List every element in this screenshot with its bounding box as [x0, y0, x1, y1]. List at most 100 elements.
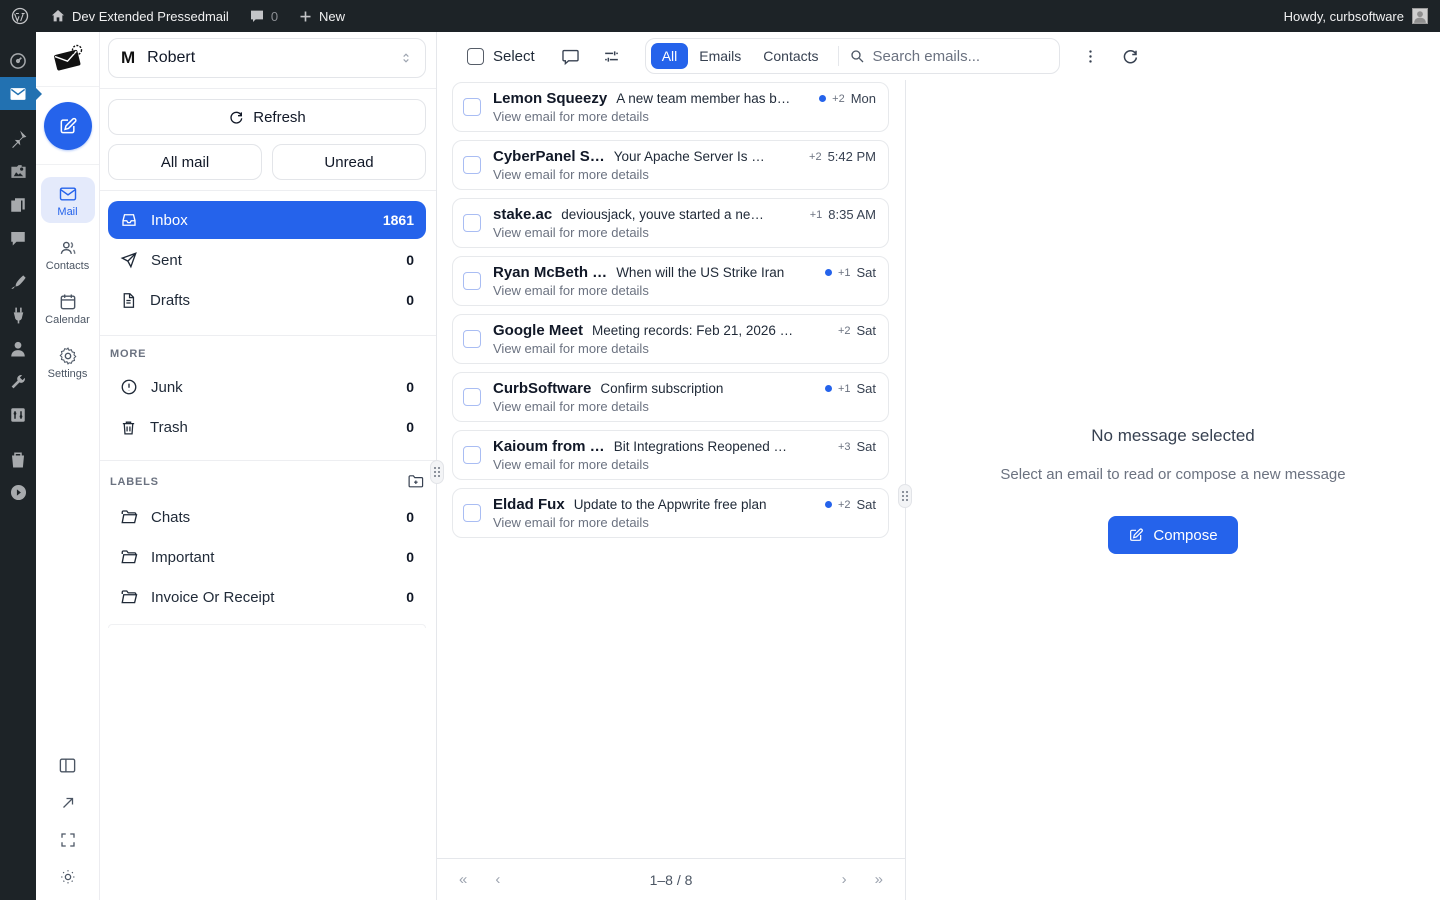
- email-meta: +3Sat: [832, 439, 876, 454]
- email-preview: View email for more details: [493, 515, 876, 530]
- sidebar-item-mail[interactable]: Mail: [41, 177, 95, 223]
- wordpress-logo-icon[interactable]: [0, 0, 40, 32]
- label-invoice-or-receipt[interactable]: Invoice Or Receipt0: [108, 578, 426, 616]
- media-icon[interactable]: [0, 155, 36, 188]
- sidebar-item-settings[interactable]: Settings: [41, 339, 95, 385]
- panel-resize-handle[interactable]: [430, 460, 444, 484]
- folder-count: 0: [406, 549, 414, 565]
- dashboard-icon[interactable]: [0, 44, 36, 77]
- email-checkbox[interactable]: [463, 446, 481, 464]
- expand-diagonal-icon[interactable]: [59, 794, 77, 812]
- folder-junk[interactable]: Junk0: [108, 368, 426, 406]
- email-checkbox[interactable]: [463, 156, 481, 174]
- folder-count: 0: [406, 379, 414, 395]
- home-icon: [50, 8, 66, 24]
- email-row[interactable]: Eldad FuxUpdate to the Appwrite free pla…: [452, 488, 889, 538]
- email-checkbox[interactable]: [463, 330, 481, 348]
- appearance-icon[interactable]: [0, 266, 36, 299]
- email-subject: deviousjack, youve started a ne…: [561, 207, 764, 222]
- select-all-control[interactable]: Select: [467, 48, 535, 65]
- list-refresh-icon[interactable]: [1121, 47, 1139, 65]
- tools-icon[interactable]: [0, 365, 36, 398]
- tab-all[interactable]: All: [651, 43, 689, 69]
- tab-emails[interactable]: Emails: [688, 43, 752, 69]
- email-checkbox[interactable]: [463, 98, 481, 116]
- avatar[interactable]: [1412, 8, 1428, 24]
- filter-unread-button[interactable]: Unread: [272, 144, 426, 180]
- label-important[interactable]: Important0: [108, 538, 426, 576]
- email-row[interactable]: Lemon SqueezyA new team member has b…+2M…: [452, 82, 889, 132]
- divider: [100, 460, 436, 461]
- next-page-button[interactable]: ›: [842, 871, 847, 888]
- email-sender: stake.ac: [493, 206, 552, 223]
- compose-button[interactable]: Compose: [1108, 516, 1237, 554]
- email-checkbox[interactable]: [463, 388, 481, 406]
- filter-sliders-icon[interactable]: [602, 47, 621, 66]
- email-sender: Google Meet: [493, 322, 583, 339]
- email-row[interactable]: Kaioum from …Bit Integrations Reopened ……: [452, 430, 889, 480]
- last-page-button[interactable]: »: [875, 871, 883, 888]
- pages-icon[interactable]: [0, 188, 36, 221]
- email-preview: View email for more details: [493, 225, 876, 240]
- howdy-text[interactable]: Howdy, curbsoftware: [1284, 9, 1404, 24]
- draft-icon: [120, 292, 137, 309]
- email-checkbox[interactable]: [463, 504, 481, 522]
- folder-icon: [120, 548, 138, 566]
- email-checkbox[interactable]: [463, 214, 481, 232]
- folder-drafts[interactable]: Drafts0: [108, 281, 426, 319]
- pane-resize-handle[interactable]: [898, 484, 912, 508]
- tab-contacts[interactable]: Contacts: [752, 43, 829, 69]
- trash-menu-icon[interactable]: [0, 443, 36, 476]
- sidebar-item-calendar[interactable]: Calendar: [41, 285, 95, 331]
- main-area: Select All Emails Contacts: [437, 32, 1440, 900]
- unread-dot: [825, 501, 832, 508]
- email-row[interactable]: CyberPanel S…Your Apache Server Is …+25:…: [452, 140, 889, 190]
- email-checkbox[interactable]: [463, 272, 481, 290]
- account-selector[interactable]: M Robert: [108, 38, 426, 78]
- email-row[interactable]: stake.ac deviousjack, youve started a ne……: [452, 198, 889, 248]
- folder-inbox[interactable]: Inbox1861: [108, 201, 426, 239]
- divider: [100, 335, 436, 336]
- users-icon[interactable]: [0, 332, 36, 365]
- email-subject: Update to the Appwrite free plan: [574, 497, 767, 512]
- fullscreen-icon[interactable]: [59, 831, 77, 849]
- email-row[interactable]: Google MeetMeeting records: Feb 21, 2026…: [452, 314, 889, 364]
- comments-icon[interactable]: [0, 221, 36, 254]
- pressedmail-menu-icon[interactable]: [0, 77, 36, 110]
- filter-all-mail-button[interactable]: All mail: [108, 144, 262, 180]
- posts-icon[interactable]: [0, 122, 36, 155]
- comment-view-icon[interactable]: [561, 47, 580, 66]
- folder-count: 0: [406, 419, 414, 435]
- refresh-button[interactable]: Refresh: [108, 99, 426, 135]
- plugins-icon[interactable]: [0, 299, 36, 332]
- email-subject: A new team member has b…: [616, 91, 790, 106]
- divider: [838, 46, 839, 66]
- search-input[interactable]: [873, 48, 1049, 65]
- divider: [100, 88, 436, 89]
- folder-label: Inbox: [151, 212, 188, 229]
- folder-count: 0: [406, 292, 414, 308]
- comments-shortcut[interactable]: 0: [239, 0, 288, 32]
- email-row[interactable]: CurbSoftwareConfirm subscription+1SatVie…: [452, 372, 889, 422]
- email-meta: +1Sat: [819, 265, 876, 280]
- panel-layout-toggle-icon[interactable]: [58, 756, 77, 775]
- first-page-button[interactable]: «: [459, 871, 467, 888]
- thread-count-badge: +3: [838, 441, 851, 453]
- email-time: Mon: [851, 91, 876, 106]
- more-options-ellipsis-icon[interactable]: [1082, 48, 1099, 65]
- new-content-button[interactable]: New: [288, 0, 355, 32]
- collapse-menu-icon[interactable]: [0, 476, 36, 509]
- settings-sliders-icon[interactable]: [0, 398, 36, 431]
- add-label-folder-plus-icon[interactable]: [407, 473, 424, 490]
- theme-brightness-icon[interactable]: [59, 868, 77, 886]
- folder-trash[interactable]: Trash0: [108, 408, 426, 446]
- compose-round-button[interactable]: [44, 102, 92, 150]
- account-name: Robert: [147, 49, 195, 67]
- sidebar-item-contacts[interactable]: Contacts: [41, 231, 95, 277]
- folder-sent[interactable]: Sent0: [108, 241, 426, 279]
- label-chats[interactable]: Chats0: [108, 498, 426, 536]
- select-all-checkbox[interactable]: [467, 48, 484, 65]
- site-link[interactable]: Dev Extended Pressedmail: [40, 0, 239, 32]
- email-row[interactable]: Ryan McBeth …When will the US Strike Ira…: [452, 256, 889, 306]
- wp-admin-sidebar: [0, 32, 36, 900]
